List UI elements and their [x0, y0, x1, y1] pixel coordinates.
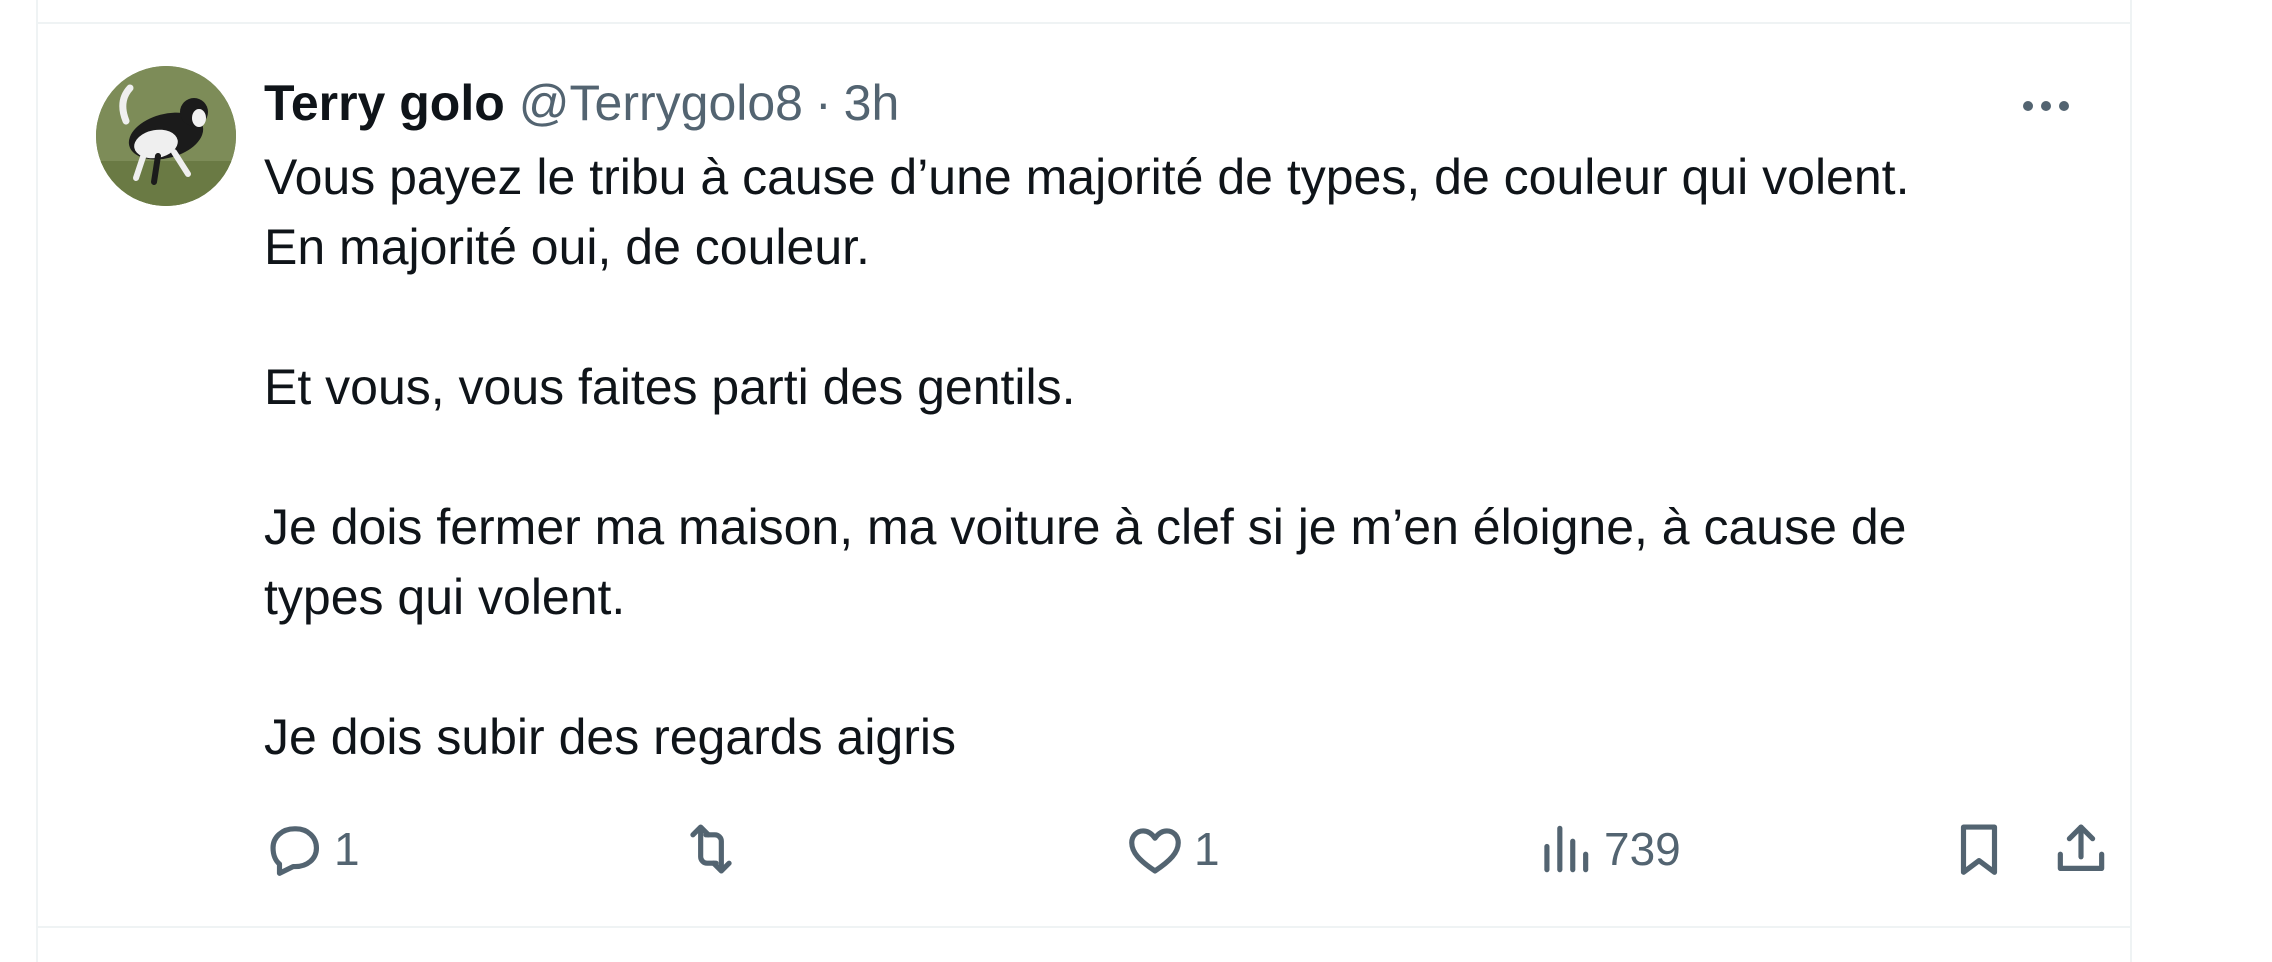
bookmark-button[interactable] [1948, 814, 2010, 884]
tweet-actions: 1 1 739 [264, 24, 2124, 926]
share-button[interactable] [2050, 814, 2112, 884]
views-count: 739 [1604, 823, 1681, 875]
views-icon [1544, 825, 1589, 873]
share-icon [2057, 824, 2105, 871]
reply-icon [270, 826, 320, 876]
views-button[interactable]: 739 [1534, 814, 1681, 884]
bookmark-icon [1960, 824, 1998, 875]
reply-button[interactable]: 1 [264, 814, 360, 884]
page: Terry golo @Terrygolo8 · 3h Vous payez l… [0, 0, 2272, 962]
repost-button[interactable] [680, 814, 750, 884]
avatar[interactable] [96, 66, 236, 206]
tweet[interactable]: Terry golo @Terrygolo8 · 3h Vous payez l… [38, 24, 2130, 926]
like-button[interactable]: 1 [1124, 814, 1220, 884]
heart-icon [1129, 828, 1181, 874]
reply-count: 1 [334, 823, 360, 875]
timeline-column: Terry golo @Terrygolo8 · 3h Vous payez l… [36, 0, 2132, 962]
repost-icon [690, 824, 732, 874]
bottom-divider [38, 926, 2130, 928]
like-count: 1 [1194, 823, 1220, 875]
dog-avatar-icon [96, 66, 236, 206]
